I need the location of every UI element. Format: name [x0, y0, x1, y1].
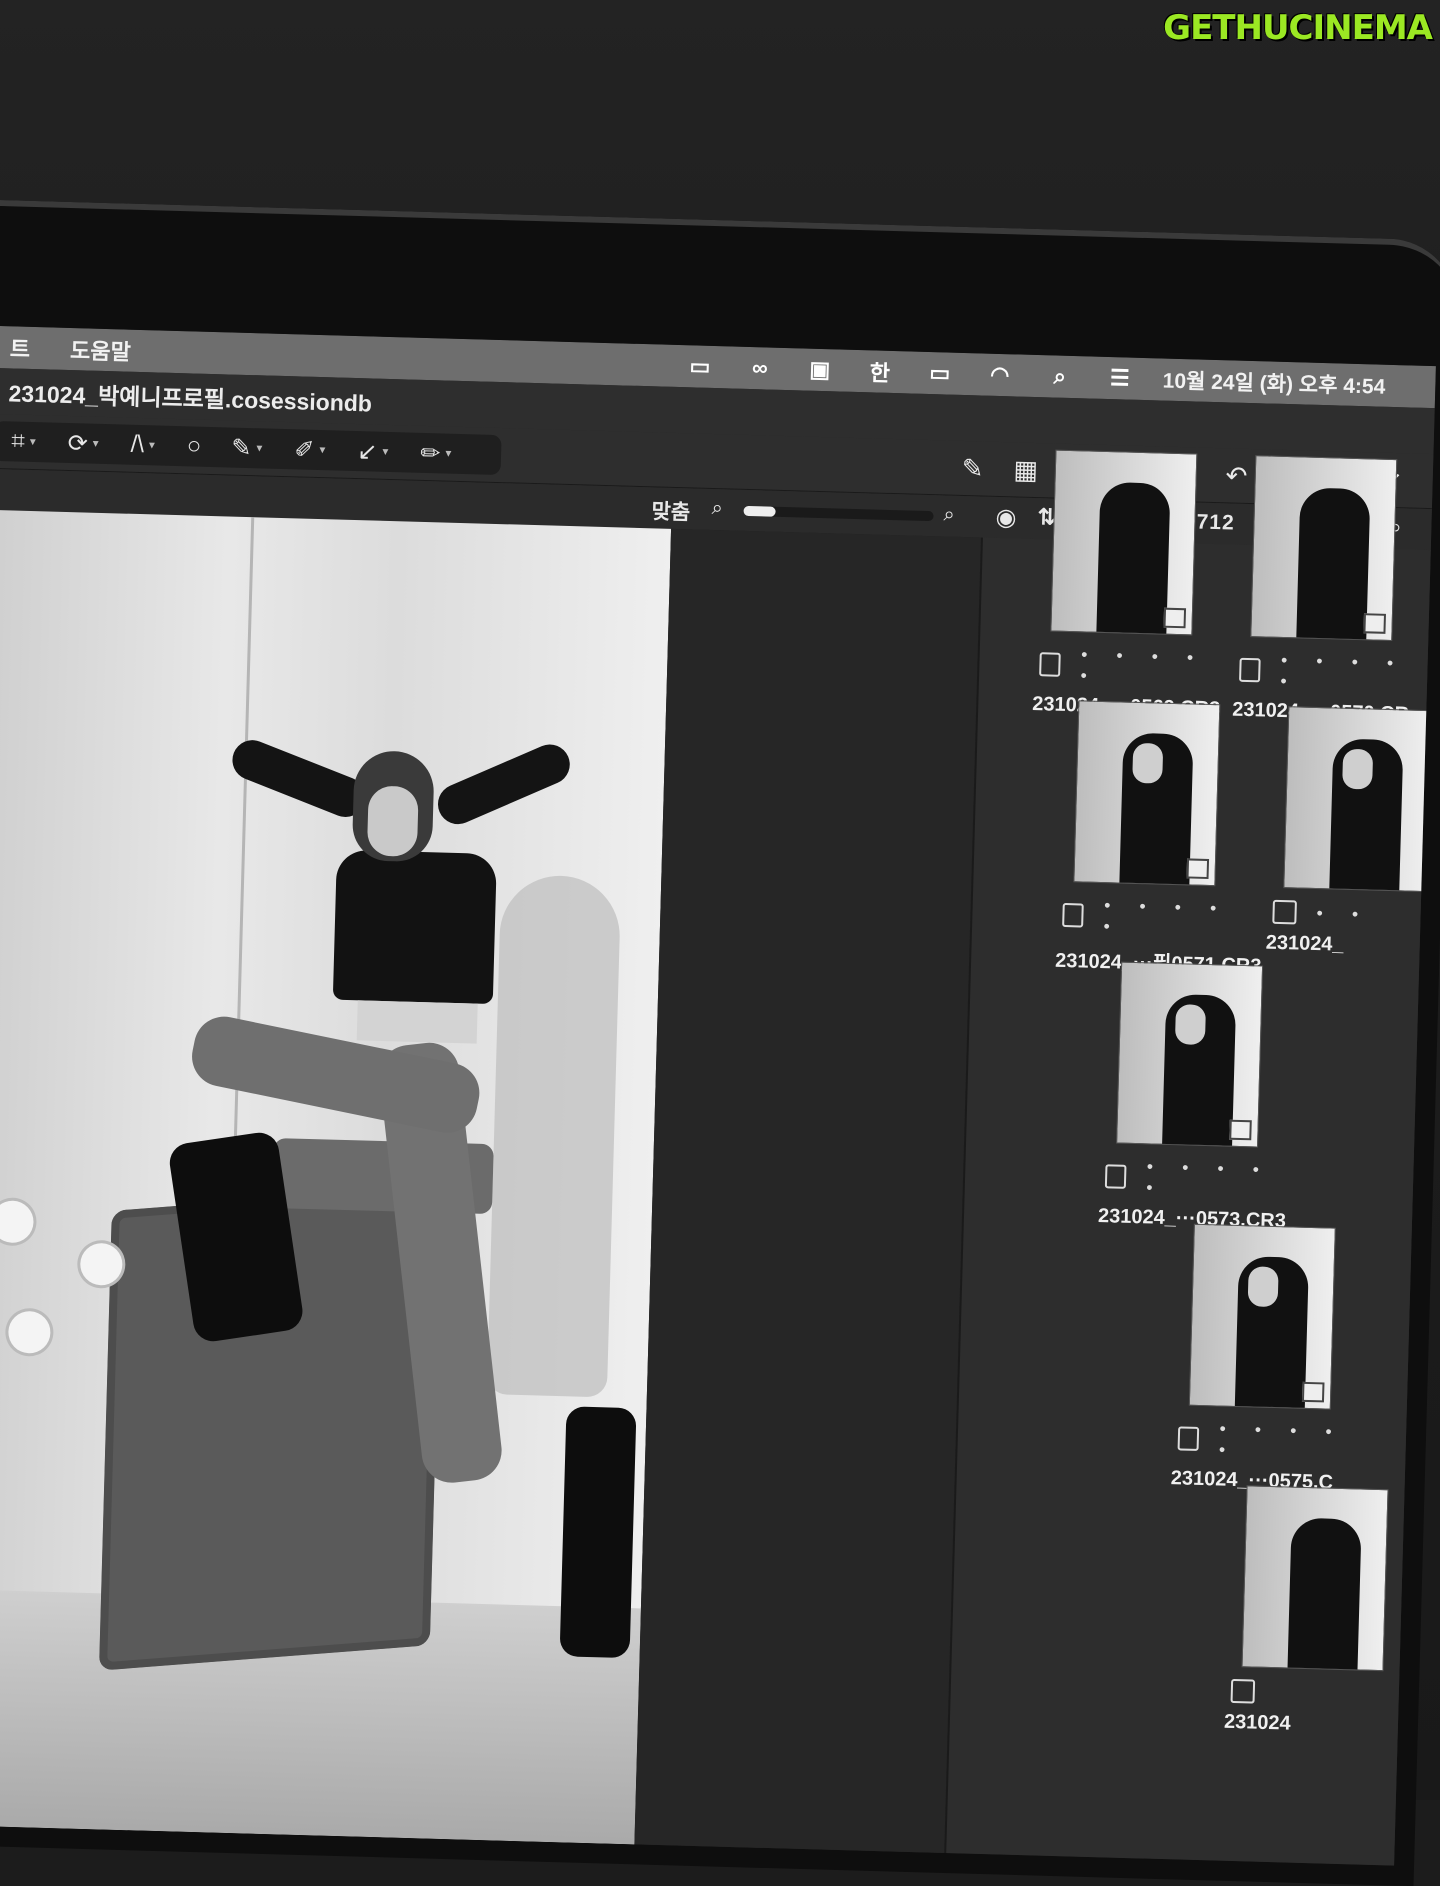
thumbnail-cell[interactable]: 231024	[1210, 1484, 1417, 1738]
input-method-icon[interactable]: 한	[863, 359, 898, 386]
display-icon[interactable]: ▭	[683, 353, 718, 379]
thumbnail-cell[interactable]: • • • • • 231024_···0573.CR3	[1084, 961, 1291, 1233]
rating-dots[interactable]: • • • • •	[1219, 1419, 1359, 1465]
thumbnail-cell[interactable]: • • 231024_	[1251, 705, 1435, 959]
select-checkbox[interactable]	[1272, 899, 1297, 925]
keystone-icon[interactable]: /\ ▼	[130, 431, 157, 460]
control-center-icon[interactable]: ☰	[1102, 365, 1137, 391]
image-viewer[interactable]	[0, 509, 981, 1854]
badge-icon	[1163, 607, 1187, 629]
rating-dots[interactable]: • • • • •	[1146, 1156, 1286, 1202]
rating-dots[interactable]: • •	[1316, 903, 1370, 925]
brush-icon[interactable]: ✎ ▼	[231, 433, 265, 463]
picker-icon[interactable]: ✏ ▼	[420, 438, 454, 468]
laptop-bezel: 트 도움말 ▭ ∞ ▣ 한 ▭ ◠ ⌕ ☰ 10월 24일 (화) 오후 4:5…	[0, 200, 1440, 1886]
badge-icon	[1363, 613, 1386, 634]
thumbnail-image[interactable]	[1250, 455, 1398, 642]
badge-icon	[1229, 1119, 1252, 1141]
thumbnail-image[interactable]	[1116, 961, 1264, 1148]
rating-dots[interactable]: • • • • •	[1103, 895, 1243, 941]
zoom-fit-label[interactable]: 맞춤	[651, 495, 690, 526]
menu-item-partial[interactable]: 트	[9, 331, 30, 364]
rating-dots[interactable]: • • • • •	[1280, 650, 1420, 696]
creative-cloud-icon[interactable]: ∞	[743, 355, 778, 381]
thumbnail-filename: 231024_	[1265, 931, 1344, 956]
pointer-icon[interactable]: ↙ ▼	[357, 437, 391, 467]
screen: 트 도움말 ▭ ∞ ▣ 한 ▭ ◠ ⌕ ☰ 10월 24일 (화) 오후 4:5…	[0, 325, 1436, 1866]
watermark-logo: GETHUCINEMA	[1163, 8, 1433, 48]
ellipse-icon[interactable]: ○	[186, 432, 202, 460]
badge-icon	[1301, 1381, 1325, 1403]
zoom-out-icon[interactable]: ⌕	[711, 497, 723, 520]
battery-icon: ▭	[929, 360, 951, 386]
thumbnail-browser[interactable]: • • • • • 231024_···0569.CR3 • • • • • 2…	[944, 449, 1435, 1866]
thumbnail-image[interactable]	[1188, 1223, 1336, 1410]
select-checkbox[interactable]	[1039, 652, 1062, 677]
badge-icon	[1186, 858, 1210, 880]
thumbnail-image[interactable]	[1073, 700, 1221, 887]
photo-flowers	[0, 1160, 203, 1426]
thumbnail-cell[interactable]: • • • • • 231024_···0569.CR3	[1018, 449, 1225, 721]
thumbnail-cell[interactable]: • • • • • 231024_···0570.CR	[1218, 454, 1425, 726]
thumbnail-image[interactable]	[1283, 706, 1431, 893]
select-checkbox[interactable]	[1230, 1678, 1256, 1704]
select-checkbox[interactable]	[1239, 657, 1262, 683]
rating-dots[interactable]: • • • • •	[1080, 644, 1220, 690]
main-photo[interactable]	[0, 509, 672, 1845]
window-title: 231024_박예니프로필.cosessiondb	[8, 380, 373, 417]
rotate-icon[interactable]: ⟳ ▼	[67, 428, 101, 458]
crop-icon[interactable]: ⌗ ▼	[11, 427, 38, 456]
viewer-empty-area	[634, 528, 981, 1854]
zoom-slider[interactable]	[743, 505, 934, 522]
select-checkbox[interactable]	[1062, 902, 1085, 928]
thumbnail-cell[interactable]: • • • • • 231024_···0575.C	[1156, 1223, 1363, 1495]
zoom-in-icon[interactable]: ⌕	[943, 503, 955, 526]
search-icon[interactable]: ⌕	[1042, 363, 1077, 389]
select-checkbox[interactable]	[1177, 1426, 1200, 1451]
thumbnail-filename: 231024	[1223, 1710, 1292, 1735]
thumbnail-image[interactable]	[1241, 1485, 1389, 1672]
eraser-icon[interactable]: ✐ ▼	[294, 435, 328, 465]
thumbnail-cell[interactable]: • • • • • 231024_···필0571.CR3	[1041, 699, 1262, 978]
cursor-tools-group: ⌗ ▼ ⟳ ▼ /\ ▼ ○ ✎ ▼ ✐ ▼ ↙ ▼ ✏ ▼	[0, 420, 502, 476]
monitor-icon[interactable]: ▣	[803, 357, 838, 383]
select-checkbox[interactable]	[1104, 1164, 1127, 1189]
zoom-slider-thumb[interactable]	[743, 505, 777, 517]
menu-item-help[interactable]: 도움말	[70, 333, 132, 367]
eye-icon[interactable]: ◉	[995, 503, 1017, 533]
edit-icon[interactable]: ✎	[961, 452, 984, 484]
wifi-icon[interactable]: ◠	[983, 362, 1018, 388]
menu-clock[interactable]: 10월 24일 (화) 오후 4:54	[1162, 365, 1385, 401]
thumbnail-image[interactable]	[1050, 449, 1198, 636]
